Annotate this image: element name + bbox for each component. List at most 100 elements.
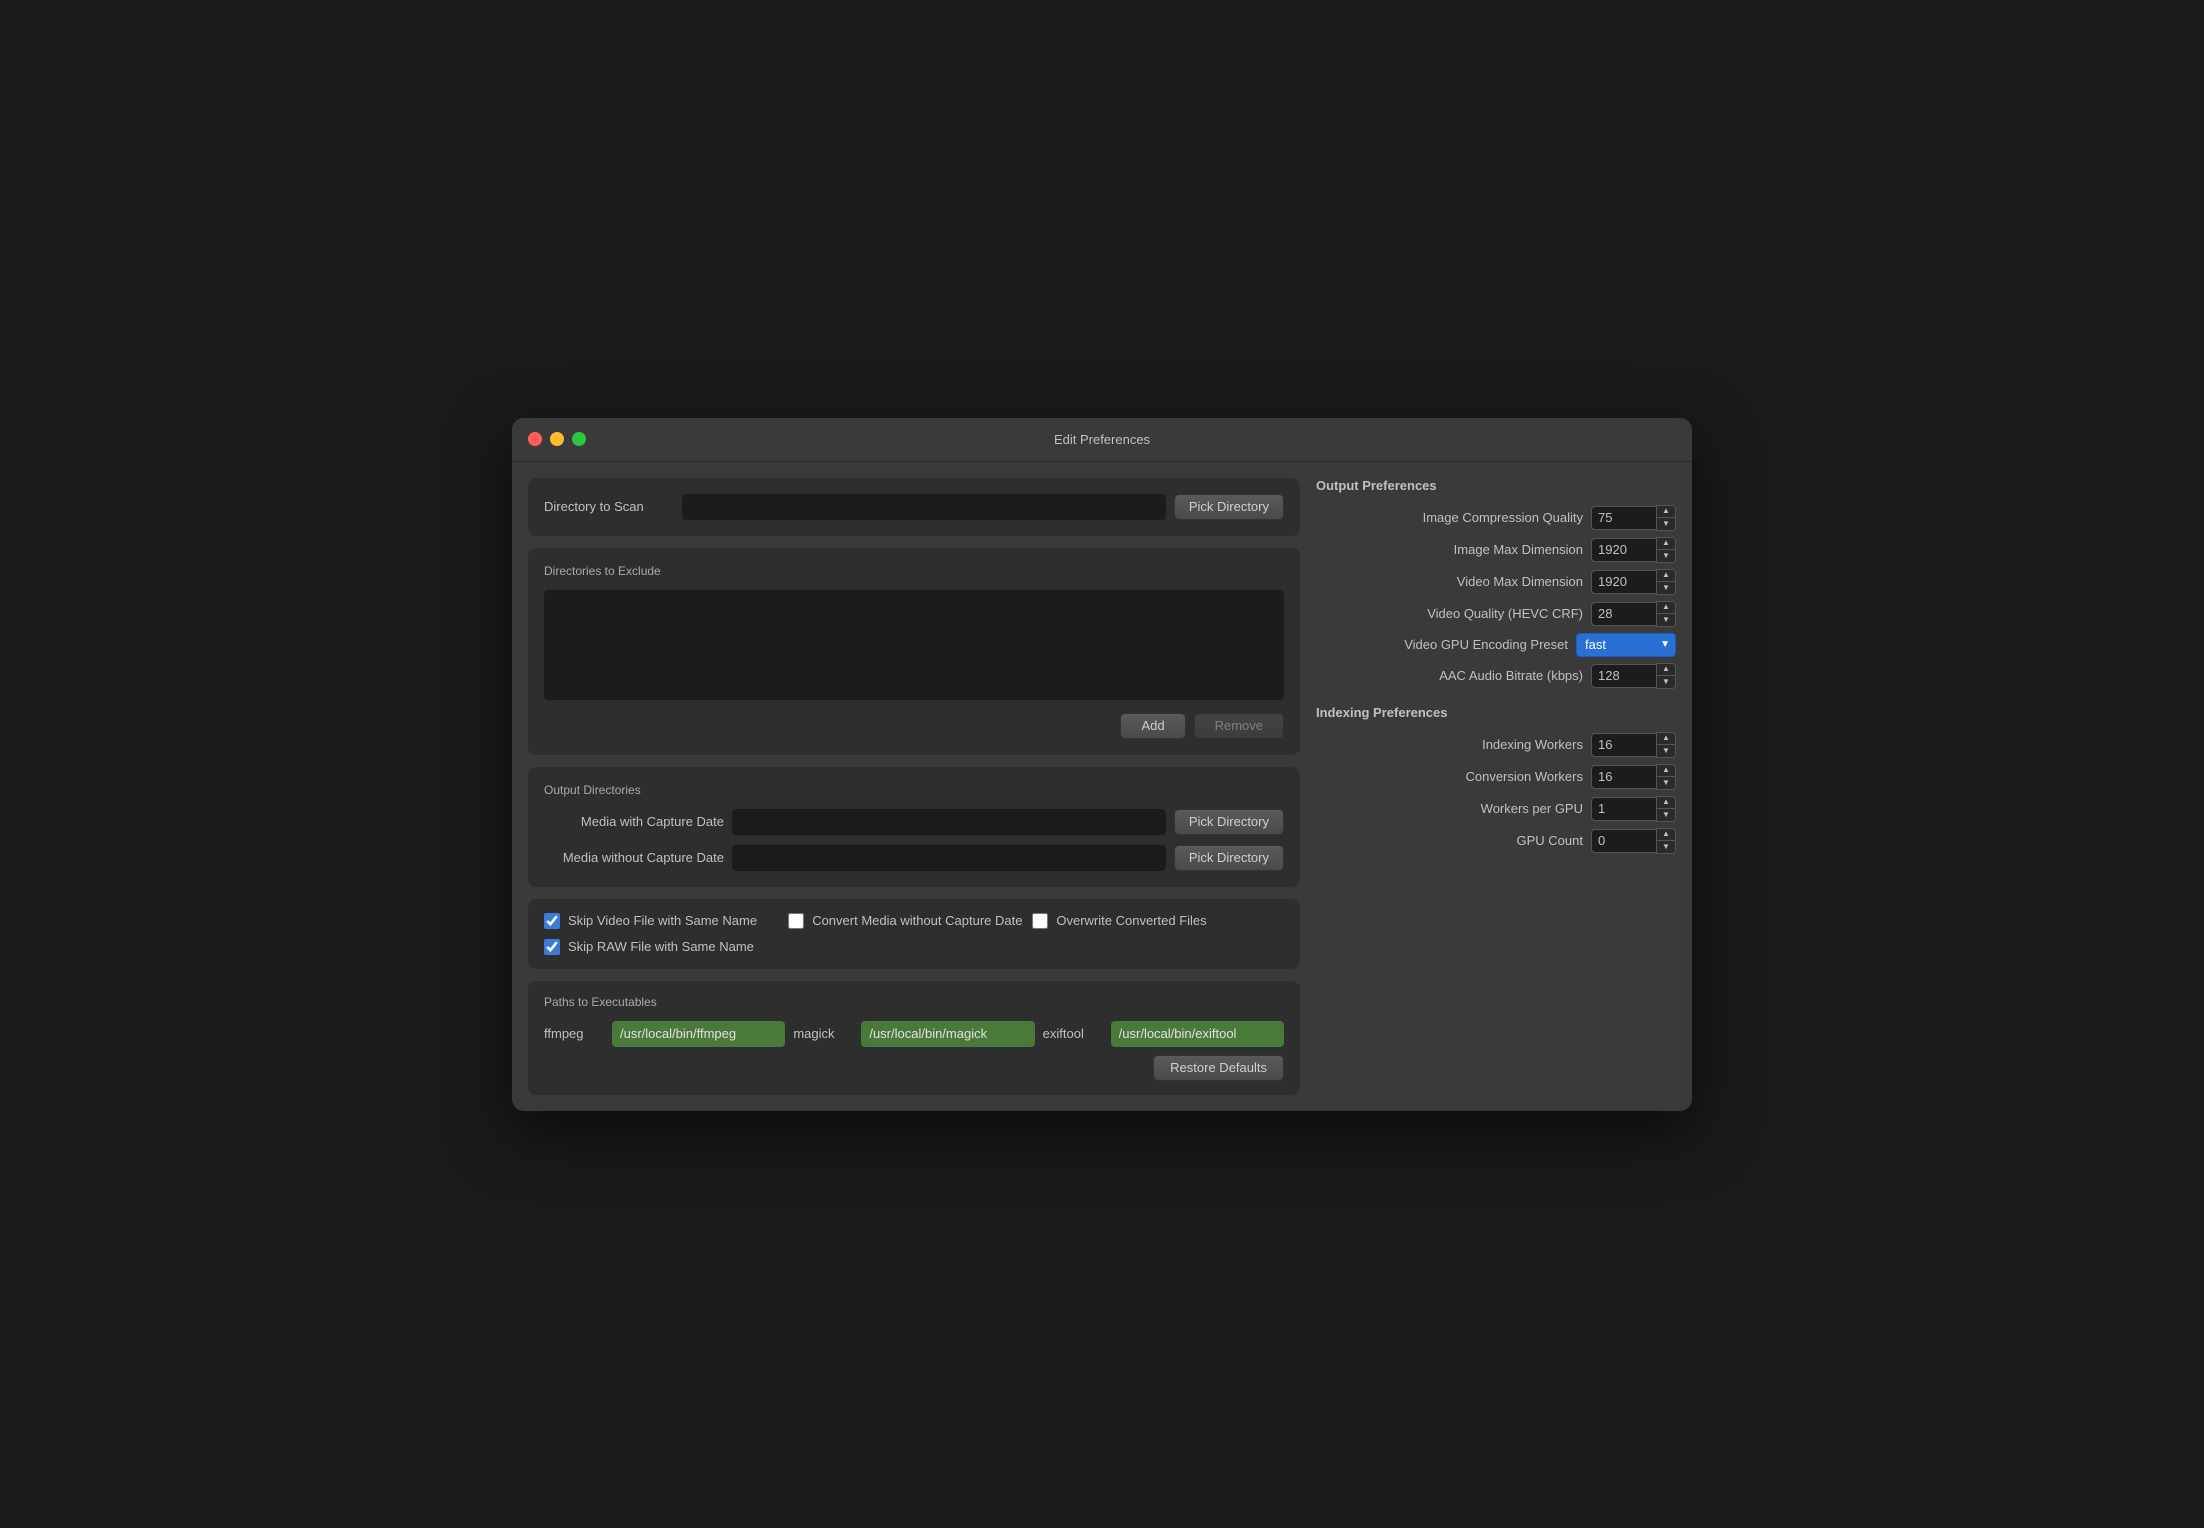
convert-media-checkbox[interactable]: [788, 913, 804, 929]
with-date-input[interactable]: [732, 809, 1166, 835]
workers-per-gpu-down[interactable]: ▼: [1657, 809, 1675, 821]
skip-raw-checkbox[interactable]: [544, 939, 560, 955]
image-compression-down[interactable]: ▼: [1657, 518, 1675, 530]
ffmpeg-input[interactable]: [612, 1021, 785, 1047]
image-compression-label: Image Compression Quality: [1316, 510, 1583, 525]
skip-video-checkbox[interactable]: [544, 913, 560, 929]
restore-defaults-row: Restore Defaults: [544, 1055, 1284, 1081]
exclude-textarea[interactable]: [544, 590, 1284, 700]
workers-per-gpu-up[interactable]: ▲: [1657, 797, 1675, 809]
indexing-workers-input[interactable]: [1591, 733, 1656, 757]
output-directories-label: Output Directories: [544, 783, 1284, 797]
video-max-dim-input[interactable]: [1591, 570, 1656, 594]
video-gpu-label: Video GPU Encoding Preset: [1316, 637, 1568, 652]
directory-to-scan-section: Directory to Scan Pick Directory: [528, 478, 1300, 536]
scan-directory-input[interactable]: [682, 494, 1166, 520]
gpu-count-label: GPU Count: [1316, 833, 1583, 848]
gpu-count-arrows: ▲ ▼: [1656, 828, 1676, 854]
image-compression-spinner: ▲ ▼: [1591, 505, 1676, 531]
with-date-row: Media with Capture Date Pick Directory: [544, 809, 1284, 835]
aac-bitrate-up[interactable]: ▲: [1657, 664, 1675, 676]
aac-bitrate-input[interactable]: [1591, 664, 1656, 688]
indexing-workers-arrows: ▲ ▼: [1656, 732, 1676, 758]
add-button[interactable]: Add: [1120, 713, 1185, 739]
checkboxes-section: Skip Video File with Same Name Convert M…: [528, 899, 1300, 969]
video-gpu-select-wrapper: fast medium slow faster slower ▼: [1576, 633, 1676, 657]
exclude-label: Directories to Exclude: [544, 564, 1284, 578]
edit-preferences-window: Edit Preferences Directory to Scan Pick …: [512, 418, 1692, 1111]
video-quality-up[interactable]: ▲: [1657, 602, 1675, 614]
magick-label: magick: [793, 1026, 853, 1041]
conversion-workers-up[interactable]: ▲: [1657, 765, 1675, 777]
image-compression-up[interactable]: ▲: [1657, 506, 1675, 518]
video-max-dim-label: Video Max Dimension: [1316, 574, 1583, 589]
window-content: Directory to Scan Pick Directory Directo…: [512, 462, 1692, 1111]
restore-defaults-button[interactable]: Restore Defaults: [1153, 1055, 1284, 1081]
gpu-count-up[interactable]: ▲: [1657, 829, 1675, 841]
video-quality-input[interactable]: [1591, 602, 1656, 626]
indexing-workers-label: Indexing Workers: [1316, 737, 1583, 752]
aac-bitrate-spinner: ▲ ▼: [1591, 663, 1676, 689]
left-panel: Directory to Scan Pick Directory Directo…: [528, 478, 1300, 1095]
aac-bitrate-down[interactable]: ▼: [1657, 676, 1675, 688]
workers-per-gpu-input[interactable]: [1591, 797, 1656, 821]
without-date-input[interactable]: [732, 845, 1166, 871]
scan-row: Directory to Scan Pick Directory: [544, 494, 1284, 520]
maximize-button[interactable]: [572, 432, 586, 446]
image-compression-input[interactable]: [1591, 506, 1656, 530]
pick-directory-with-date-button[interactable]: Pick Directory: [1174, 809, 1284, 835]
image-max-dim-down[interactable]: ▼: [1657, 550, 1675, 562]
overwrite-checkbox[interactable]: [1032, 913, 1048, 929]
indexing-prefs-title: Indexing Preferences: [1316, 705, 1676, 720]
convert-media-label: Convert Media without Capture Date: [812, 913, 1022, 928]
conversion-workers-down[interactable]: ▼: [1657, 777, 1675, 789]
minimize-button[interactable]: [550, 432, 564, 446]
image-compression-arrows: ▲ ▼: [1656, 505, 1676, 531]
indexing-workers-down[interactable]: ▼: [1657, 745, 1675, 757]
close-button[interactable]: [528, 432, 542, 446]
conversion-workers-row: Conversion Workers ▲ ▼: [1316, 764, 1676, 790]
remove-button[interactable]: Remove: [1194, 713, 1284, 739]
video-max-dim-spinner: ▲ ▼: [1591, 569, 1676, 595]
video-quality-spinner: ▲ ▼: [1591, 601, 1676, 627]
gpu-count-input[interactable]: [1591, 829, 1656, 853]
gpu-count-down[interactable]: ▼: [1657, 841, 1675, 853]
exiftool-label: exiftool: [1043, 1026, 1103, 1041]
image-max-dim-up[interactable]: ▲: [1657, 538, 1675, 550]
executables-row: ffmpeg magick exiftool: [544, 1021, 1284, 1047]
indexing-workers-row: Indexing Workers ▲ ▼: [1316, 732, 1676, 758]
with-date-label: Media with Capture Date: [544, 814, 724, 829]
image-max-dim-spinner: ▲ ▼: [1591, 537, 1676, 563]
skip-raw-label: Skip RAW File with Same Name: [568, 939, 754, 954]
aac-bitrate-arrows: ▲ ▼: [1656, 663, 1676, 689]
video-quality-down[interactable]: ▼: [1657, 614, 1675, 626]
traffic-lights: [528, 432, 586, 446]
workers-per-gpu-arrows: ▲ ▼: [1656, 796, 1676, 822]
video-quality-label: Video Quality (HEVC CRF): [1316, 606, 1583, 621]
indexing-workers-up[interactable]: ▲: [1657, 733, 1675, 745]
output-prefs-section: Output Preferences Image Compression Qua…: [1316, 478, 1676, 689]
aac-bitrate-label: AAC Audio Bitrate (kbps): [1316, 668, 1583, 683]
pick-directory-scan-button[interactable]: Pick Directory: [1174, 494, 1284, 520]
exiftool-input[interactable]: [1111, 1021, 1284, 1047]
image-max-dim-label: Image Max Dimension: [1316, 542, 1583, 557]
skip-video-label: Skip Video File with Same Name: [568, 913, 757, 928]
conversion-workers-arrows: ▲ ▼: [1656, 764, 1676, 790]
executables-section: Paths to Executables ffmpeg magick exift…: [528, 981, 1300, 1095]
image-max-dim-input[interactable]: [1591, 538, 1656, 562]
titlebar: Edit Preferences: [512, 418, 1692, 462]
image-compression-row: Image Compression Quality ▲ ▼: [1316, 505, 1676, 531]
video-quality-row: Video Quality (HEVC CRF) ▲ ▼: [1316, 601, 1676, 627]
video-max-dim-up[interactable]: ▲: [1657, 570, 1675, 582]
conversion-workers-input[interactable]: [1591, 765, 1656, 789]
workers-per-gpu-label: Workers per GPU: [1316, 801, 1583, 816]
video-gpu-row: Video GPU Encoding Preset fast medium sl…: [1316, 633, 1676, 657]
video-max-dim-arrows: ▲ ▼: [1656, 569, 1676, 595]
conversion-workers-spinner: ▲ ▼: [1591, 764, 1676, 790]
workers-per-gpu-row: Workers per GPU ▲ ▼: [1316, 796, 1676, 822]
video-max-dim-down[interactable]: ▼: [1657, 582, 1675, 594]
magick-input[interactable]: [861, 1021, 1034, 1047]
video-gpu-select[interactable]: fast medium slow faster slower: [1576, 633, 1676, 657]
pick-directory-without-date-button[interactable]: Pick Directory: [1174, 845, 1284, 871]
skip-raw-row: Skip RAW File with Same Name: [544, 939, 788, 955]
